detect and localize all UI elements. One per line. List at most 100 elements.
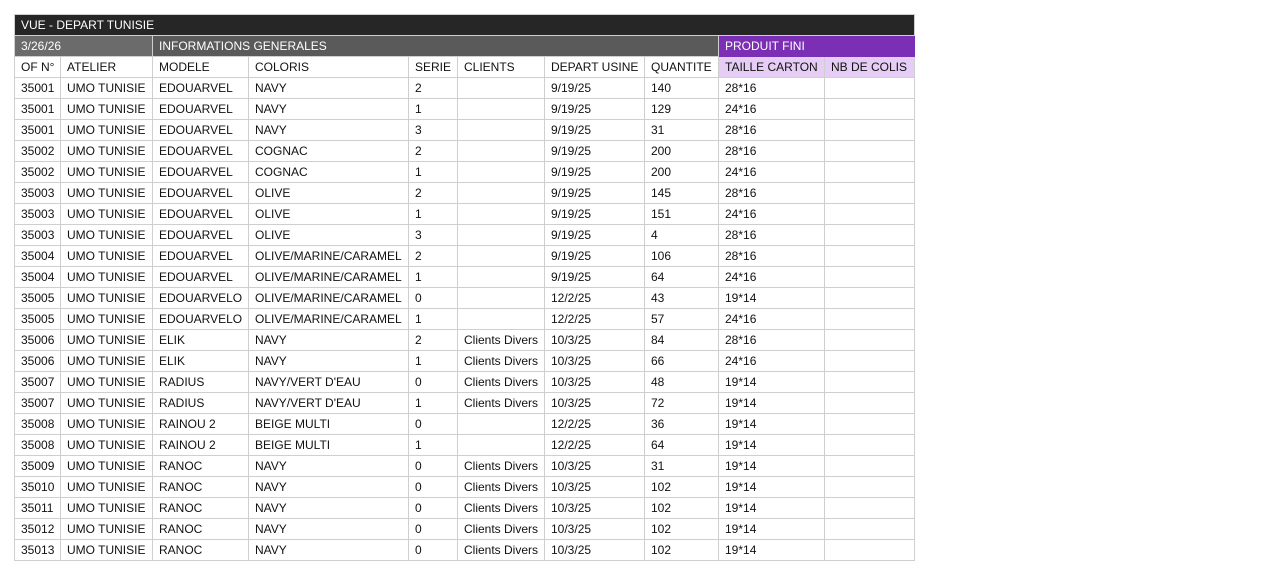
- cell-taille-carton[interactable]: 28*16: [718, 245, 825, 267]
- cell-nb-de-colis[interactable]: [823, 77, 916, 99]
- cell-coloris[interactable]: BEIGE MULTI: [248, 413, 409, 435]
- cell-modele[interactable]: EDOUARVEL: [152, 182, 249, 204]
- cell-nb-de-colis[interactable]: [823, 161, 916, 183]
- cell-quantite[interactable]: 64: [644, 266, 719, 288]
- cell-modele[interactable]: EDOUARVEL: [152, 203, 249, 225]
- cell-depart-usine[interactable]: 9/19/25: [544, 119, 645, 141]
- cell-coloris[interactable]: NAVY: [248, 98, 409, 120]
- cell-clients[interactable]: [457, 413, 545, 435]
- group-produit-fini[interactable]: PRODUIT FINI: [717, 35, 916, 57]
- cell-modele[interactable]: EDOUARVEL: [152, 119, 249, 141]
- cell-nb-de-colis[interactable]: [823, 119, 916, 141]
- cell-nb-de-colis[interactable]: [823, 266, 916, 288]
- cell-taille-carton[interactable]: 24*16: [718, 308, 825, 330]
- cell-clients[interactable]: [457, 224, 545, 246]
- cell-coloris[interactable]: NAVY: [248, 476, 409, 498]
- cell-of-n[interactable]: 35001: [14, 119, 61, 141]
- cell-modele[interactable]: EDOUARVEL: [152, 140, 249, 162]
- cell-of-n[interactable]: 35005: [14, 308, 61, 330]
- cell-clients[interactable]: [457, 434, 545, 456]
- cell-clients[interactable]: Clients Divers: [457, 539, 545, 561]
- cell-taille-carton[interactable]: 19*14: [718, 413, 825, 435]
- cell-coloris[interactable]: NAVY: [248, 497, 409, 519]
- cell-serie[interactable]: 1: [408, 98, 458, 120]
- cell-taille-carton[interactable]: 28*16: [718, 329, 825, 351]
- cell-taille-carton[interactable]: 19*14: [718, 518, 825, 540]
- cell-atelier[interactable]: UMO TUNISIE: [60, 161, 153, 183]
- cell-clients[interactable]: [457, 308, 545, 330]
- cell-clients[interactable]: [457, 203, 545, 225]
- cell-quantite[interactable]: 31: [644, 455, 719, 477]
- cell-coloris[interactable]: NAVY/VERT D'EAU: [248, 392, 409, 414]
- cell-coloris[interactable]: OLIVE/MARINE/CARAMEL: [248, 308, 409, 330]
- cell-of-n[interactable]: 35007: [14, 371, 61, 393]
- cell-serie[interactable]: 3: [408, 119, 458, 141]
- cell-clients[interactable]: [457, 287, 545, 309]
- header-modele[interactable]: MODELE: [152, 56, 249, 78]
- cell-taille-carton[interactable]: 19*14: [718, 434, 825, 456]
- cell-atelier[interactable]: UMO TUNISIE: [60, 119, 153, 141]
- cell-atelier[interactable]: UMO TUNISIE: [60, 434, 153, 456]
- cell-depart-usine[interactable]: 10/3/25: [544, 518, 645, 540]
- cell-serie[interactable]: 3: [408, 224, 458, 246]
- cell-clients[interactable]: [457, 182, 545, 204]
- cell-nb-de-colis[interactable]: [823, 182, 916, 204]
- group-informations-generales[interactable]: INFORMATIONS GENERALES: [152, 35, 719, 57]
- cell-serie[interactable]: 2: [408, 140, 458, 162]
- cell-quantite[interactable]: 102: [644, 539, 719, 561]
- cell-serie[interactable]: 1: [408, 434, 458, 456]
- cell-atelier[interactable]: UMO TUNISIE: [60, 350, 153, 372]
- cell-nb-de-colis[interactable]: [823, 140, 916, 162]
- cell-clients[interactable]: Clients Divers: [457, 497, 545, 519]
- cell-taille-carton[interactable]: 28*16: [718, 140, 825, 162]
- cell-coloris[interactable]: NAVY: [248, 455, 409, 477]
- cell-of-n[interactable]: 35002: [14, 161, 61, 183]
- cell-of-n[interactable]: 35012: [14, 518, 61, 540]
- cell-modele[interactable]: RAINOU 2: [152, 434, 249, 456]
- cell-depart-usine[interactable]: 10/3/25: [544, 497, 645, 519]
- cell-serie[interactable]: 1: [408, 392, 458, 414]
- cell-atelier[interactable]: UMO TUNISIE: [60, 497, 153, 519]
- cell-taille-carton[interactable]: 19*14: [718, 476, 825, 498]
- cell-quantite[interactable]: 43: [644, 287, 719, 309]
- cell-of-n[interactable]: 35001: [14, 77, 61, 99]
- cell-clients[interactable]: [457, 266, 545, 288]
- cell-coloris[interactable]: NAVY: [248, 518, 409, 540]
- cell-atelier[interactable]: UMO TUNISIE: [60, 455, 153, 477]
- cell-depart-usine[interactable]: 9/19/25: [544, 161, 645, 183]
- cell-nb-de-colis[interactable]: [823, 308, 916, 330]
- cell-serie[interactable]: 0: [408, 518, 458, 540]
- cell-taille-carton[interactable]: 19*14: [718, 455, 825, 477]
- cell-depart-usine[interactable]: 9/19/25: [544, 77, 645, 99]
- cell-modele[interactable]: ELIK: [152, 350, 249, 372]
- cell-nb-de-colis[interactable]: [823, 371, 916, 393]
- sheet-title[interactable]: VUE - DEPART TUNISIE: [13, 14, 916, 36]
- cell-taille-carton[interactable]: 24*16: [718, 161, 825, 183]
- cell-atelier[interactable]: UMO TUNISIE: [60, 518, 153, 540]
- cell-clients[interactable]: Clients Divers: [457, 350, 545, 372]
- cell-clients[interactable]: Clients Divers: [457, 476, 545, 498]
- cell-quantite[interactable]: 102: [644, 518, 719, 540]
- cell-of-n[interactable]: 35008: [14, 413, 61, 435]
- cell-of-n[interactable]: 35009: [14, 455, 61, 477]
- cell-of-n[interactable]: 35004: [14, 245, 61, 267]
- cell-atelier[interactable]: UMO TUNISIE: [60, 308, 153, 330]
- cell-taille-carton[interactable]: 19*14: [718, 287, 825, 309]
- cell-modele[interactable]: RANOC: [152, 539, 249, 561]
- cell-of-n[interactable]: 35011: [14, 497, 61, 519]
- cell-quantite[interactable]: 36: [644, 413, 719, 435]
- header-coloris[interactable]: COLORIS: [248, 56, 409, 78]
- cell-serie[interactable]: 0: [408, 539, 458, 561]
- cell-serie[interactable]: 2: [408, 245, 458, 267]
- cell-modele[interactable]: EDOUARVEL: [152, 98, 249, 120]
- cell-of-n[interactable]: 35004: [14, 266, 61, 288]
- cell-taille-carton[interactable]: 19*14: [718, 539, 825, 561]
- cell-depart-usine[interactable]: 10/3/25: [544, 455, 645, 477]
- cell-atelier[interactable]: UMO TUNISIE: [60, 287, 153, 309]
- date-cell[interactable]: 3/26/26: [14, 35, 153, 57]
- cell-atelier[interactable]: UMO TUNISIE: [60, 140, 153, 162]
- cell-nb-de-colis[interactable]: [823, 350, 916, 372]
- cell-of-n[interactable]: 35013: [14, 539, 61, 561]
- cell-modele[interactable]: EDOUARVEL: [152, 161, 249, 183]
- cell-serie[interactable]: 0: [408, 287, 458, 309]
